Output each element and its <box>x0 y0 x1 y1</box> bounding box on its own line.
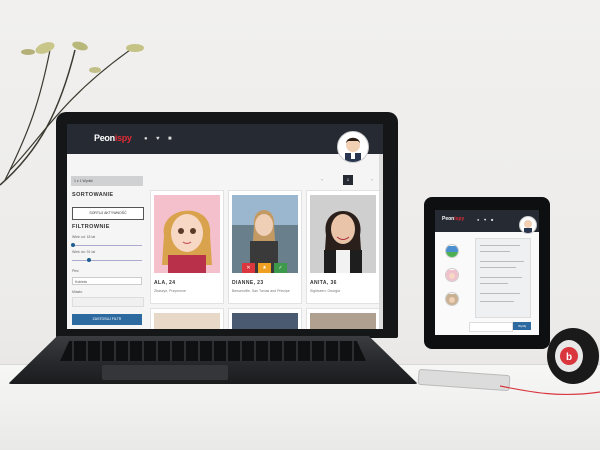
apply-filter-button[interactable]: ZASTOSUJ FILTR <box>72 314 142 325</box>
results-count: 1 z 1 Wyniki <box>71 176 143 186</box>
svg-text:b: b <box>566 352 572 363</box>
profile-photo[interactable] <box>310 195 376 273</box>
profile-name: DIANNE, 23 <box>232 280 264 286</box>
laptop-keyboard <box>60 341 366 361</box>
chat-message-line <box>480 245 520 246</box>
age-from-handle[interactable] <box>71 243 75 247</box>
profile-actions: ✕ ★ ✓ <box>242 263 288 273</box>
profile-location: Bensenville, San Tomas and Principe <box>232 289 290 293</box>
logo-text-part1: Peon <box>94 133 115 143</box>
profile-photo[interactable] <box>232 195 298 273</box>
profile-name: ALA, 24 <box>154 280 176 286</box>
chat-message-line <box>480 283 508 284</box>
heart-icon[interactable]: ♥ <box>156 136 162 142</box>
laptop-touchpad <box>102 365 228 380</box>
age-to-handle[interactable] <box>87 258 91 262</box>
laptop-screen: Peonispy ● ♥ ■ 1 z 1 Wyniki SORTOWANIE S… <box>67 124 383 329</box>
star-icon[interactable]: ★ <box>258 263 271 273</box>
chat-message-line <box>480 301 514 302</box>
age-to-label: Wiek do: 91 lat <box>72 250 96 254</box>
chat-input[interactable] <box>469 322 513 332</box>
profile-card[interactable]: ✕ ★ ✓ DIANNE, 23 Bensenville, San Tomas … <box>228 190 302 304</box>
user-icon[interactable]: ● <box>477 217 479 222</box>
logo-text-part2: ispy <box>114 133 132 143</box>
pagination-next[interactable]: › <box>367 175 377 185</box>
chat-message-line <box>480 261 524 262</box>
age-from-label: Wiek od: 18 lat <box>72 235 96 239</box>
profile-card[interactable] <box>306 308 380 329</box>
chat-icon[interactable]: ■ <box>491 217 493 222</box>
conversation-avatar[interactable] <box>445 292 459 306</box>
conversation-avatar[interactable] <box>445 268 459 282</box>
tablet-logo-part1: Peon <box>442 216 455 222</box>
chat-message-line <box>480 277 522 278</box>
sort-title: SORTOWANIE <box>72 192 114 198</box>
scrollbar[interactable] <box>379 154 383 329</box>
pagination-prev[interactable]: ‹ <box>317 175 327 185</box>
profile-photo[interactable] <box>232 313 298 329</box>
site-logo[interactable]: Peonispy <box>94 133 132 143</box>
age-from-slider[interactable] <box>72 245 142 246</box>
city-input[interactable] <box>72 297 144 307</box>
profile-card[interactable] <box>150 308 224 329</box>
city-label: Miasto <box>72 290 83 294</box>
chat-message-line <box>480 251 510 252</box>
sex-select[interactable]: Kobieta <box>72 277 142 285</box>
chat-message-line <box>480 293 520 294</box>
profile-card[interactable] <box>228 308 302 329</box>
send-button[interactable]: Wyślij <box>513 322 531 330</box>
profile-location: Sightseen, Georgia <box>310 289 340 293</box>
profile-photo[interactable] <box>154 313 220 329</box>
profile-location: Zbaszyn, Przymorze <box>154 289 186 293</box>
user-avatar[interactable] <box>337 131 369 163</box>
profile-photo[interactable] <box>310 313 376 329</box>
filter-title: FILTROWNIE <box>72 224 110 230</box>
chat-panel <box>475 238 531 318</box>
user-icon[interactable]: ● <box>144 136 150 142</box>
chat-message-line <box>480 267 516 268</box>
profile-card[interactable]: ANITA, 36 Sightseen, Georgia <box>306 190 380 304</box>
tablet-screen: Peonispy ● ♥ ■ Wyślij <box>435 210 539 335</box>
profile-card[interactable]: ALA, 24 Zbaszyn, Przymorze <box>150 190 224 304</box>
profile-photo[interactable] <box>154 195 220 273</box>
chat-icon[interactable]: ■ <box>168 136 174 142</box>
tablet-logo[interactable]: Peonispy <box>442 216 464 222</box>
conversation-avatar[interactable] <box>445 244 459 258</box>
site-header: Peonispy ● ♥ ■ <box>67 124 383 154</box>
pagination-current[interactable]: 1 <box>343 175 353 185</box>
headphones: b <box>547 328 599 384</box>
age-to-slider[interactable] <box>72 260 142 261</box>
sex-label: Płeć <box>72 269 79 273</box>
profile-name: ANITA, 36 <box>310 280 337 286</box>
like-icon[interactable]: ✓ <box>274 263 287 273</box>
sort-activity-button[interactable]: SORTUJ AKTYWNOŚĆ <box>72 207 144 220</box>
heart-icon[interactable]: ♥ <box>484 217 486 222</box>
tablet-header: Peonispy ● ♥ ■ <box>435 210 539 234</box>
user-avatar[interactable] <box>519 216 537 234</box>
dislike-icon[interactable]: ✕ <box>242 263 255 273</box>
tablet-logo-part2: ispy <box>454 216 465 222</box>
